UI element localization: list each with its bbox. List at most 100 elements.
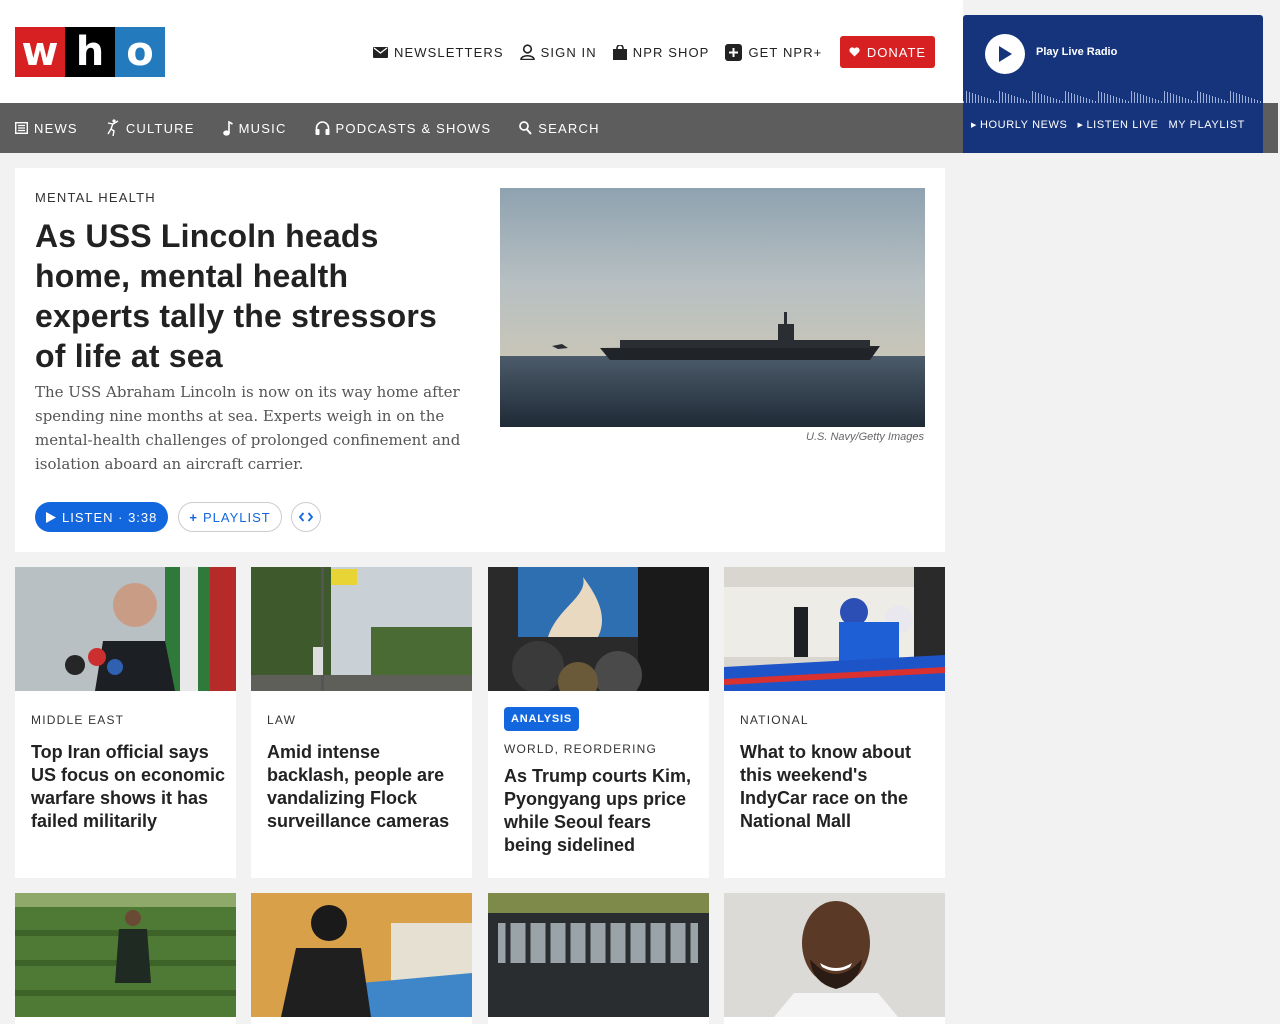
story-slug[interactable]: WORLD, REORDERING — [504, 742, 657, 756]
listen-button[interactable]: LISTEN · 3:38 — [35, 502, 169, 532]
play-icon — [999, 46, 1012, 62]
waveform-bar — [1041, 94, 1042, 103]
logo-letter-h: h — [65, 27, 115, 77]
waveform-bar — [987, 98, 988, 103]
shop-link[interactable]: NPR SHOP — [612, 44, 710, 60]
waveform-bar — [1026, 100, 1027, 103]
waveform-bar — [1221, 99, 1222, 103]
user-icon — [519, 44, 535, 60]
site-logo[interactable]: w h o — [15, 27, 165, 77]
story-image-aircraft-carrier[interactable] — [500, 188, 925, 427]
donate-button[interactable]: DONATE — [840, 36, 935, 68]
waveform-bar — [993, 100, 994, 103]
nav-music[interactable]: MUSIC — [222, 120, 287, 136]
add-to-playlist-button[interactable]: + PLAYLIST — [178, 502, 282, 532]
waveform-bar — [1011, 95, 1012, 103]
waveform-bar — [1053, 98, 1054, 103]
play-live-radio-label[interactable]: Play Live Radio — [1036, 46, 1117, 58]
waveform-bar — [1035, 92, 1036, 103]
story-headline[interactable]: Top Iran official says US focus on econo… — [31, 741, 226, 833]
story-thumbnail[interactable] — [724, 567, 945, 691]
waveform-bar — [1047, 96, 1048, 103]
tv-missile-launch-photo — [488, 567, 709, 691]
story-headline[interactable]: As Trump courts Kim, Pyongyang ups price… — [504, 765, 699, 857]
waveform-bar — [1113, 96, 1114, 103]
my-playlist-link[interactable]: MY PLAYLIST — [1168, 119, 1245, 131]
waveform-bar — [1023, 99, 1024, 103]
get-plus-link[interactable]: GET NPR+ — [725, 43, 822, 61]
story-card[interactable]: LAW Amid intense backlash, people are va… — [251, 567, 472, 878]
waveform-bar — [1029, 101, 1030, 103]
story-slug[interactable]: NATIONAL — [740, 713, 809, 727]
nav-podcasts-label: PODCASTS & SHOWS — [335, 120, 492, 136]
street-camera-photo — [251, 567, 472, 691]
story-card[interactable] — [15, 893, 236, 1024]
waveform-bar — [1143, 95, 1144, 103]
story-teaser[interactable]: The USS Abraham Lincoln is now on its wa… — [35, 380, 465, 476]
story-slug[interactable]: MENTAL HEALTH — [35, 190, 156, 205]
sign-in-link[interactable]: SIGN IN — [519, 44, 597, 60]
story-thumbnail[interactable] — [251, 567, 472, 691]
play-icon — [46, 511, 56, 523]
waveform-bar — [1125, 100, 1126, 103]
waveform-bar — [1008, 94, 1009, 103]
waveform-bar — [1164, 91, 1165, 103]
story-card[interactable]: NATIONAL What to know about this weekend… — [724, 567, 945, 878]
waveform-bar — [1146, 96, 1147, 103]
embed-button[interactable] — [290, 502, 321, 532]
hourly-news-link[interactable]: ▶ HOURLY NEWS — [971, 119, 1067, 131]
bus-window-photo — [488, 893, 709, 1017]
story-card[interactable]: MIDDLE EAST Top Iran official says US fo… — [15, 567, 236, 878]
nav-podcasts[interactable]: PODCASTS & SHOWS — [315, 121, 492, 136]
audio-waveform — [963, 91, 1261, 103]
waveform-bar — [978, 95, 979, 103]
hourly-news-label: HOURLY NEWS — [979, 119, 1068, 131]
waveform-bar — [1050, 97, 1051, 103]
story-card[interactable] — [724, 893, 945, 1024]
waveform-bar — [1230, 91, 1231, 103]
newsletters-link[interactable]: NEWSLETTERS — [373, 45, 504, 60]
story-slug[interactable]: LAW — [267, 713, 296, 727]
plus-icon: + — [189, 509, 198, 525]
nav-music-label: MUSIC — [238, 120, 287, 136]
story-thumbnail[interactable] — [15, 567, 236, 691]
story-thumbnail[interactable] — [488, 893, 709, 1017]
listen-live-link[interactable]: ▶ LISTEN LIVE — [1077, 119, 1158, 131]
story-thumbnail[interactable] — [488, 567, 709, 691]
nav-news[interactable]: NEWS — [15, 121, 78, 136]
search-icon — [519, 121, 533, 135]
story-slug[interactable]: MIDDLE EAST — [31, 713, 124, 727]
waveform-bar — [972, 93, 973, 103]
waveform-bar — [1191, 100, 1192, 103]
waveform-bar — [1005, 93, 1006, 103]
story-card[interactable] — [251, 893, 472, 1024]
waveform-bar — [966, 91, 967, 103]
story-card[interactable] — [488, 893, 709, 1024]
live-radio-player: Play Live Radio ▶ HOURLY NEWS ▶ LISTEN LIV… — [963, 15, 1263, 153]
nav-search[interactable]: SEARCH — [519, 121, 599, 136]
newsletters-label: NEWSLETTERS — [394, 44, 504, 60]
waveform-bar — [1056, 99, 1057, 103]
story-headline[interactable]: As USS Lincoln heads home, mental health… — [35, 216, 465, 376]
analysis-badge: ANALYSIS — [504, 707, 580, 731]
waveform-bar — [1188, 99, 1189, 103]
portrait-photo — [724, 893, 945, 1017]
waveform-bar — [1200, 92, 1201, 103]
story-thumbnail[interactable] — [15, 893, 236, 1017]
press-conference-photo — [15, 567, 236, 691]
story-thumbnail[interactable] — [724, 893, 945, 1017]
story-card[interactable]: ANALYSIS WORLD, REORDERING As Trump cour… — [488, 567, 709, 878]
story-headline[interactable]: Amid intense backlash, people are vandal… — [267, 741, 462, 833]
nav-culture[interactable]: CULTURE — [106, 119, 195, 137]
story-headline[interactable]: What to know about this weekend's IndyCa… — [740, 741, 935, 833]
waveform-bar — [1182, 97, 1183, 103]
waveform-bar — [1071, 93, 1072, 103]
story-thumbnail[interactable] — [251, 893, 472, 1017]
indycar-event-photo — [724, 567, 945, 691]
play-live-radio-button[interactable] — [985, 34, 1025, 74]
waveform-bar — [984, 97, 985, 103]
waveform-bar — [1242, 95, 1243, 103]
waveform-bar — [1203, 93, 1204, 103]
code-brackets-icon — [298, 512, 313, 522]
story-actions: LISTEN · 3:38 + PLAYLIST — [35, 502, 321, 532]
